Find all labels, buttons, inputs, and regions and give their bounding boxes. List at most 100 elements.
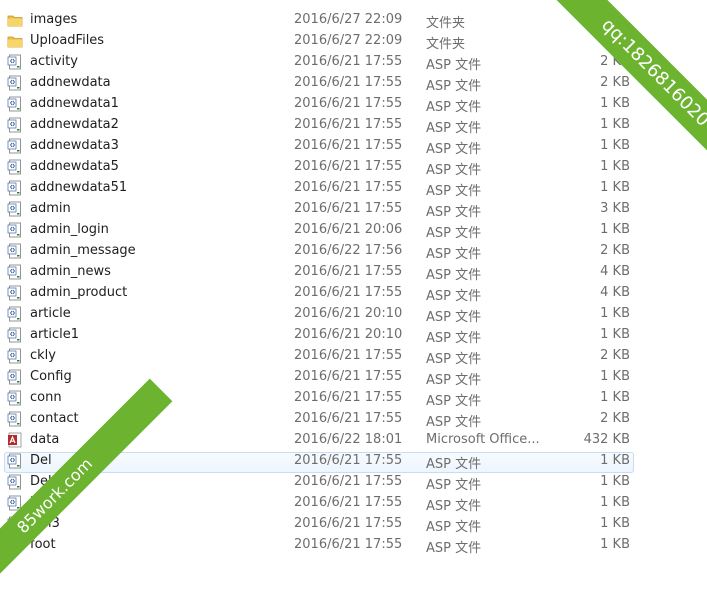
file-date-modified: 2016/6/21 20:06 — [294, 222, 403, 237]
file-size: 1 KB — [600, 159, 630, 174]
file-row[interactable]: conn 2016/6/21 17:55 ASP 文件 1 KB — [0, 388, 640, 409]
asp-file-icon — [7, 348, 23, 364]
file-date-modified: 2016/6/21 17:55 — [294, 537, 403, 552]
asp-file-icon — [7, 222, 23, 238]
file-type: ASP 文件 — [426, 184, 482, 199]
file-row[interactable]: article 2016/6/21 20:10 ASP 文件 1 KB — [0, 304, 640, 325]
file-type: ASP 文件 — [426, 394, 482, 409]
file-name: admin_news — [30, 264, 111, 279]
file-type: ASP 文件 — [426, 226, 482, 241]
file-date-modified: 2016/6/21 17:55 — [294, 201, 403, 216]
file-date-modified: 2016/6/21 20:10 — [294, 306, 403, 321]
file-type: ASP 文件 — [426, 520, 482, 535]
asp-file-icon — [7, 474, 23, 490]
file-size: 2 KB — [600, 411, 630, 426]
file-name: addnewdata3 — [30, 138, 119, 153]
file-row[interactable]: ckly 2016/6/21 17:55 ASP 文件 2 KB — [0, 346, 640, 367]
file-name: addnewdata5 — [30, 159, 119, 174]
asp-file-icon — [7, 180, 23, 196]
file-size: 2 KB — [600, 348, 630, 363]
file-date-modified: 2016/6/21 17:55 — [294, 54, 403, 69]
file-row[interactable]: foot 2016/6/21 17:55 ASP 文件 1 KB — [0, 535, 640, 556]
file-name: admin_login — [30, 222, 109, 237]
folder-icon — [7, 33, 23, 49]
file-row[interactable]: Del22016/6/21 17:55ASP 文件1 KB — [0, 493, 640, 514]
file-date-modified: 2016/6/21 17:55 — [294, 390, 403, 405]
file-type: ASP 文件 — [426, 58, 482, 73]
file-row[interactable]: addnewdata51 2016/6/21 17:55 ASP 文件 1 KB — [0, 178, 640, 199]
file-size: 1 KB — [600, 369, 630, 384]
file-name: addnewdata1 — [30, 96, 119, 111]
file-type: ASP 文件 — [426, 268, 482, 283]
file-date-modified: 2016/6/21 20:10 — [294, 327, 403, 342]
file-type: ASP 文件 — [426, 457, 482, 472]
file-row[interactable]: images 2016/6/27 22:09 文件夹 — [0, 10, 640, 31]
file-type: ASP 文件 — [426, 310, 482, 325]
file-date-modified: 2016/6/27 22:09 — [294, 33, 403, 48]
file-row[interactable]: addnewdata5 2016/6/21 17:55 ASP 文件 1 KB — [0, 157, 640, 178]
file-row[interactable]: article1 2016/6/21 20:10 ASP 文件 1 KB — [0, 325, 640, 346]
file-row[interactable]: addnewdata1 2016/6/21 17:55 ASP 文件 1 KB — [0, 94, 640, 115]
file-size: 3 KB — [600, 201, 630, 216]
file-type: ASP 文件 — [426, 163, 482, 178]
file-row[interactable]: admin_news 2016/6/21 17:55 ASP 文件 4 KB — [0, 262, 640, 283]
asp-file-icon — [7, 54, 23, 70]
file-name: Config — [30, 369, 72, 384]
file-name: images — [30, 12, 78, 27]
file-row[interactable]: admin_product 2016/6/21 17:55 ASP 文件 4 KB — [0, 283, 640, 304]
file-type: ASP 文件 — [426, 121, 482, 136]
file-row[interactable]: contact 2016/6/21 17:55 ASP 文件 2 KB — [0, 409, 640, 430]
file-type: ASP 文件 — [426, 499, 482, 514]
asp-file-icon — [7, 201, 23, 217]
file-list: images 2016/6/27 22:09 文件夹 UploadFiles 2016/… — [0, 0, 707, 556]
folder-icon — [7, 12, 23, 28]
file-row[interactable]: UploadFiles 2016/6/27 22:09 文件夹 — [0, 31, 640, 52]
asp-file-icon — [7, 453, 23, 469]
file-row[interactable]: activity 2016/6/21 17:55 ASP 文件 2 KB — [0, 52, 640, 73]
asp-file-icon — [7, 411, 23, 427]
file-name: article — [30, 306, 71, 321]
file-row[interactable]: addnewdata3 2016/6/21 17:55 ASP 文件 1 KB — [0, 136, 640, 157]
file-row[interactable]: addnewdata2 2016/6/21 17:55 ASP 文件 1 KB — [0, 115, 640, 136]
file-size: 4 KB — [600, 285, 630, 300]
file-name: admin_message — [30, 243, 136, 258]
file-date-modified: 2016/6/21 17:55 — [294, 411, 403, 426]
file-name: addnewdata51 — [30, 180, 128, 195]
file-date-modified: 2016/6/21 17:55 — [294, 453, 403, 468]
file-type: ASP 文件 — [426, 415, 482, 430]
file-name: admin — [30, 201, 71, 216]
file-type: ASP 文件 — [426, 331, 482, 346]
file-date-modified: 2016/6/27 22:09 — [294, 12, 403, 27]
file-date-modified: 2016/6/21 17:55 — [294, 495, 403, 510]
file-name: UploadFiles — [30, 33, 105, 48]
asp-file-icon — [7, 285, 23, 301]
file-row[interactable]: Config 2016/6/21 17:55 ASP 文件 1 KB — [0, 367, 640, 388]
file-date-modified: 2016/6/21 17:55 — [294, 96, 403, 111]
file-size: 1 KB — [600, 495, 630, 510]
file-size: 1 KB — [600, 327, 630, 342]
file-name: conn — [30, 390, 62, 405]
file-name: addnewdata — [30, 75, 111, 90]
file-type: 文件夹 — [426, 37, 466, 52]
asp-file-icon — [7, 327, 23, 343]
file-size: 2 KB — [600, 75, 630, 90]
file-size: 1 KB — [600, 390, 630, 405]
file-date-modified: 2016/6/21 17:55 — [294, 75, 403, 90]
file-size: 432 KB — [583, 432, 630, 447]
file-row[interactable]: admin_message 2016/6/22 17:56 ASP 文件 2 KB — [0, 241, 640, 262]
file-row[interactable]: Del32016/6/21 17:55ASP 文件1 KB — [0, 514, 640, 535]
file-size: 2 KB — [600, 243, 630, 258]
file-type: 文件夹 — [426, 16, 466, 31]
file-row[interactable]: admin_login 2016/6/21 20:06 ASP 文件 1 KB — [0, 220, 640, 241]
file-row[interactable]: addnewdata 2016/6/21 17:55 ASP 文件 2 KB — [0, 73, 640, 94]
asp-file-icon — [7, 243, 23, 259]
asp-file-icon — [7, 96, 23, 112]
asp-file-icon — [7, 264, 23, 280]
file-type: ASP 文件 — [426, 289, 482, 304]
file-type: ASP 文件 — [426, 352, 482, 367]
file-date-modified: 2016/6/21 17:55 — [294, 264, 403, 279]
file-date-modified: 2016/6/21 17:55 — [294, 348, 403, 363]
file-row[interactable]: admin 2016/6/21 17:55 ASP 文件 3 KB — [0, 199, 640, 220]
file-size: 1 KB — [600, 306, 630, 321]
file-name: data — [30, 432, 60, 447]
